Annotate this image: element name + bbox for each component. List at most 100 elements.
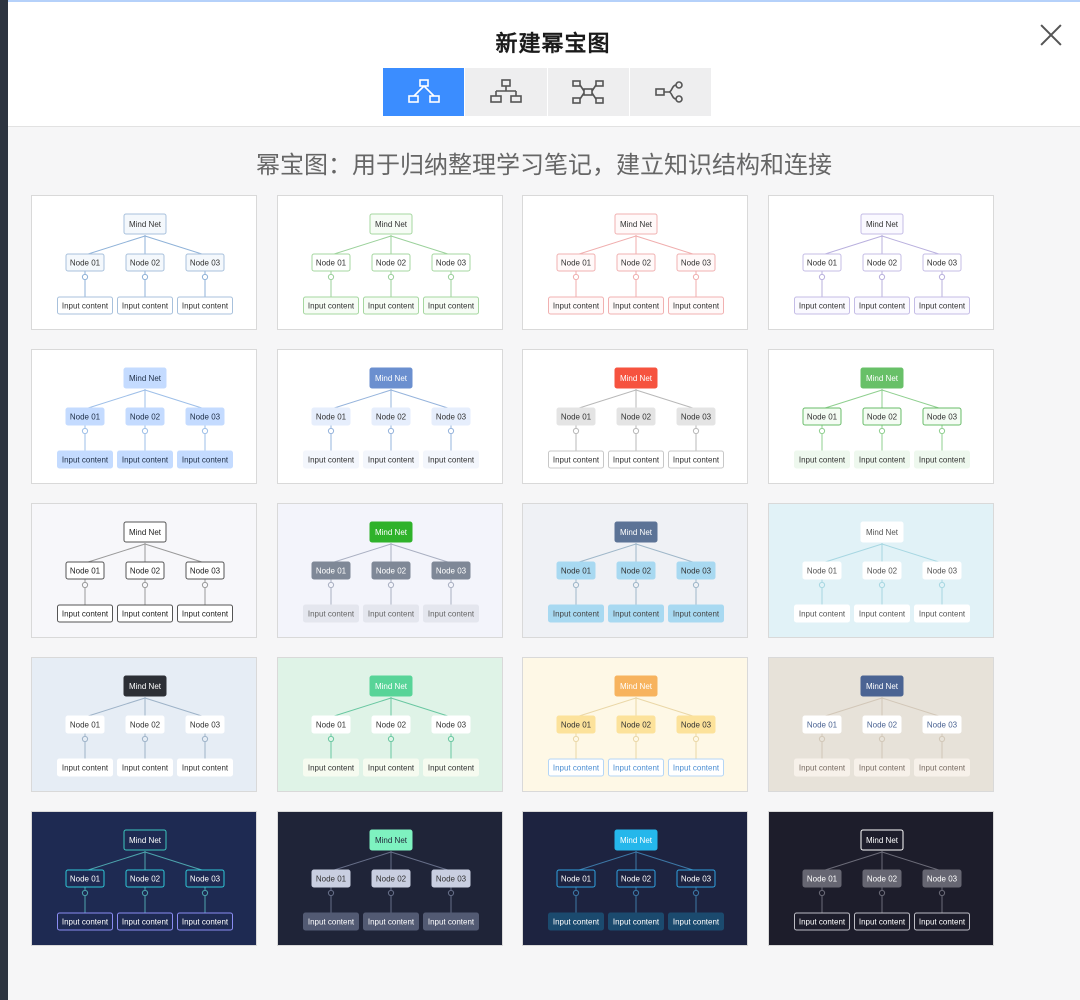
template-card[interactable]: Mind Net Node 01 Node 02 Node 03 Input conte… xyxy=(31,195,257,330)
template-root-node: Mind Net xyxy=(614,213,658,235)
template-root-node: Mind Net xyxy=(614,521,658,543)
template-card[interactable]: Mind Net Node 01 Node 02 Node 03 Input conte… xyxy=(522,503,748,638)
svg-text:Input content: Input content xyxy=(182,918,229,927)
template-card[interactable]: Mind Net Node 01 Node 02 Node 03 Input conte… xyxy=(277,503,503,638)
svg-text:Input content: Input content xyxy=(122,610,169,619)
svg-text:Mind Net: Mind Net xyxy=(129,374,162,383)
svg-text:Node 01: Node 01 xyxy=(316,413,347,422)
svg-text:Node 01: Node 01 xyxy=(561,413,592,422)
template-preview: Mind Net Node 01 Node 02 Node 03 Input conte… xyxy=(523,658,747,791)
template-root-node: Mind Net xyxy=(123,521,167,543)
template-leaf-node: Input content xyxy=(608,758,664,777)
template-card[interactable]: Mind Net Node 01 Node 02 Node 03 Input conte… xyxy=(31,657,257,792)
new-mindmap-dialog: 新建幂宝图 幂宝图：用于归纳整理学习笔记，建立知识结构和连接 Mind Net … xyxy=(8,2,1080,1000)
template-branch-node: Node 02 xyxy=(371,561,411,580)
template-card[interactable]: Mind Net Node 01 Node 02 Node 03 Input conte… xyxy=(277,811,503,946)
svg-text:Node 02: Node 02 xyxy=(867,413,898,422)
template-branch-node: Node 03 xyxy=(922,253,962,272)
svg-text:Input content: Input content xyxy=(122,918,169,927)
svg-text:Input content: Input content xyxy=(62,764,109,773)
svg-text:Input content: Input content xyxy=(673,456,720,465)
svg-text:Node 03: Node 03 xyxy=(436,567,467,576)
template-root-node: Mind Net xyxy=(369,367,413,389)
template-leaf-node: Input content xyxy=(117,758,173,777)
template-branch-node: Node 03 xyxy=(922,869,962,888)
svg-text:Node 02: Node 02 xyxy=(130,413,161,422)
template-card[interactable]: Mind Net Node 01 Node 02 Node 03 Input conte… xyxy=(522,811,748,946)
template-branch-node: Node 02 xyxy=(862,253,902,272)
template-card[interactable]: Mind Net Node 01 Node 02 Node 03 Input conte… xyxy=(31,503,257,638)
template-root-node: Mind Net xyxy=(369,829,413,851)
template-branch-node: Node 03 xyxy=(185,253,225,272)
template-branch-node: Node 03 xyxy=(676,407,716,426)
template-leaf-node: Input content xyxy=(177,758,233,777)
tab-tree-down[interactable] xyxy=(383,68,466,116)
template-leaf-node: Input content xyxy=(854,758,910,777)
template-preview: Mind Net Node 01 Node 02 Node 03 Input conte… xyxy=(278,812,502,945)
svg-text:Mind Net: Mind Net xyxy=(620,374,653,383)
template-card[interactable]: Mind Net Node 01 Node 02 Node 03 Input conte… xyxy=(768,811,994,946)
svg-text:Node 03: Node 03 xyxy=(927,259,958,268)
svg-text:Input content: Input content xyxy=(919,456,966,465)
svg-text:Node 02: Node 02 xyxy=(621,875,652,884)
svg-text:Input content: Input content xyxy=(182,456,229,465)
svg-text:Input content: Input content xyxy=(308,610,355,619)
template-branch-node: Node 03 xyxy=(676,715,716,734)
template-leaf-node: Input content xyxy=(423,758,479,777)
template-card[interactable]: Mind Net Node 01 Node 02 Node 03 Input conte… xyxy=(522,657,748,792)
svg-text:Node 01: Node 01 xyxy=(316,567,347,576)
template-leaf-node: Input content xyxy=(548,450,604,469)
template-leaf-node: Input content xyxy=(363,450,419,469)
template-branch-node: Node 01 xyxy=(556,253,596,272)
svg-text:Node 01: Node 01 xyxy=(70,259,101,268)
template-card[interactable]: Mind Net Node 01 Node 02 Node 03 Input conte… xyxy=(768,657,994,792)
template-root-node: Mind Net xyxy=(614,675,658,697)
tab-org-chart[interactable] xyxy=(465,68,548,116)
dialog-header: 新建幂宝图 xyxy=(8,2,1080,127)
template-leaf-node: Input content xyxy=(423,912,479,931)
template-card[interactable]: Mind Net Node 01 Node 02 Node 03 Input conte… xyxy=(768,195,994,330)
template-preview: Mind Net Node 01 Node 02 Node 03 Input conte… xyxy=(278,196,502,329)
template-leaf-node: Input content xyxy=(303,912,359,931)
tab-radial-map[interactable] xyxy=(548,68,630,116)
close-icon[interactable] xyxy=(1038,22,1064,48)
template-card[interactable]: Mind Net Node 01 Node 02 Node 03 Input conte… xyxy=(31,349,257,484)
template-description: 幂宝图：用于归纳整理学习笔记，建立知识结构和连接 xyxy=(256,152,832,179)
template-leaf-node: Input content xyxy=(177,296,233,315)
svg-text:Mind Net: Mind Net xyxy=(620,836,653,845)
template-card[interactable]: Mind Net Node 01 Node 02 Node 03 Input conte… xyxy=(31,811,257,946)
tab-right-branch[interactable] xyxy=(630,68,711,116)
svg-text:Input content: Input content xyxy=(308,456,355,465)
template-branch-node: Node 03 xyxy=(676,869,716,888)
svg-text:Node 03: Node 03 xyxy=(190,721,221,730)
template-preview: Mind Net Node 01 Node 02 Node 03 Input conte… xyxy=(278,350,502,483)
svg-text:Mind Net: Mind Net xyxy=(375,836,408,845)
template-card[interactable]: Mind Net Node 01 Node 02 Node 03 Input conte… xyxy=(522,349,748,484)
template-leaf-node: Input content xyxy=(423,296,479,315)
template-card[interactable]: Mind Net Node 01 Node 02 Node 03 Input conte… xyxy=(768,503,994,638)
svg-text:Input content: Input content xyxy=(62,456,109,465)
template-leaf-node: Input content xyxy=(548,758,604,777)
template-root-node: Mind Net xyxy=(123,213,167,235)
template-leaf-node: Input content xyxy=(548,296,604,315)
template-card[interactable]: Mind Net Node 01 Node 02 Node 03 Input conte… xyxy=(277,195,503,330)
svg-text:Mind Net: Mind Net xyxy=(866,682,899,691)
template-preview: Mind Net Node 01 Node 02 Node 03 Input conte… xyxy=(769,350,993,483)
template-branch-node: Node 02 xyxy=(125,869,165,888)
template-root-node: Mind Net xyxy=(860,675,904,697)
template-leaf-node: Input content xyxy=(608,450,664,469)
template-leaf-node: Input content xyxy=(854,604,910,623)
template-leaf-node: Input content xyxy=(423,604,479,623)
svg-text:Mind Net: Mind Net xyxy=(866,374,899,383)
svg-text:Mind Net: Mind Net xyxy=(866,528,899,537)
template-branch-node: Node 01 xyxy=(65,407,105,426)
template-card[interactable]: Mind Net Node 01 Node 02 Node 03 Input conte… xyxy=(522,195,748,330)
template-card[interactable]: Mind Net Node 01 Node 02 Node 03 Input conte… xyxy=(277,349,503,484)
svg-text:Input content: Input content xyxy=(428,918,475,927)
svg-text:Input content: Input content xyxy=(919,610,966,619)
template-card[interactable]: Mind Net Node 01 Node 02 Node 03 Input conte… xyxy=(277,657,503,792)
template-root-node: Mind Net xyxy=(369,521,413,543)
template-preview: Mind Net Node 01 Node 02 Node 03 Input conte… xyxy=(278,504,502,637)
template-branch-node: Node 02 xyxy=(125,253,165,272)
template-card[interactable]: Mind Net Node 01 Node 02 Node 03 Input conte… xyxy=(768,349,994,484)
